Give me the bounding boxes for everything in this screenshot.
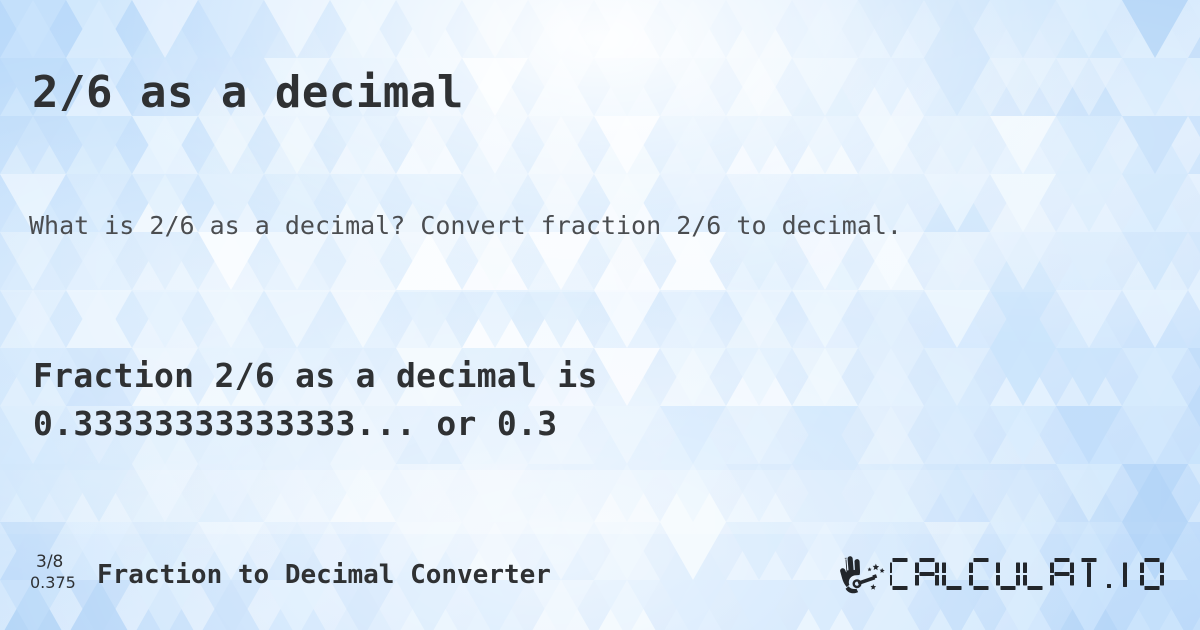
brand-logo[interactable]	[832, 552, 1186, 600]
share-card: 2/6 as a decimal What is 2/6 as a decima…	[0, 0, 1200, 630]
page-subtitle: What is 2/6 as a decimal? Convert fracti…	[29, 211, 902, 240]
answer-block: Fraction 2/6 as a decimal is 0.333333333…	[33, 352, 598, 448]
fraction-icon-numerator: 3/8	[36, 552, 64, 572]
footer-branding: 3/8 0.375 Fraction to Decimal Converter	[30, 552, 551, 598]
magic-wand-hand-icon	[840, 556, 885, 594]
brand-name	[890, 554, 1186, 598]
fraction-icon-decimal: 0.375	[30, 573, 76, 592]
answer-line-2: 0.33333333333333... or 0.3	[33, 404, 558, 443]
answer-line-1: Fraction 2/6 as a decimal is	[33, 356, 598, 395]
page-title: 2/6 as a decimal	[32, 67, 464, 119]
footer-title: Fraction to Decimal Converter	[97, 560, 551, 590]
fraction-to-decimal-icon: 3/8 0.375	[30, 552, 88, 598]
